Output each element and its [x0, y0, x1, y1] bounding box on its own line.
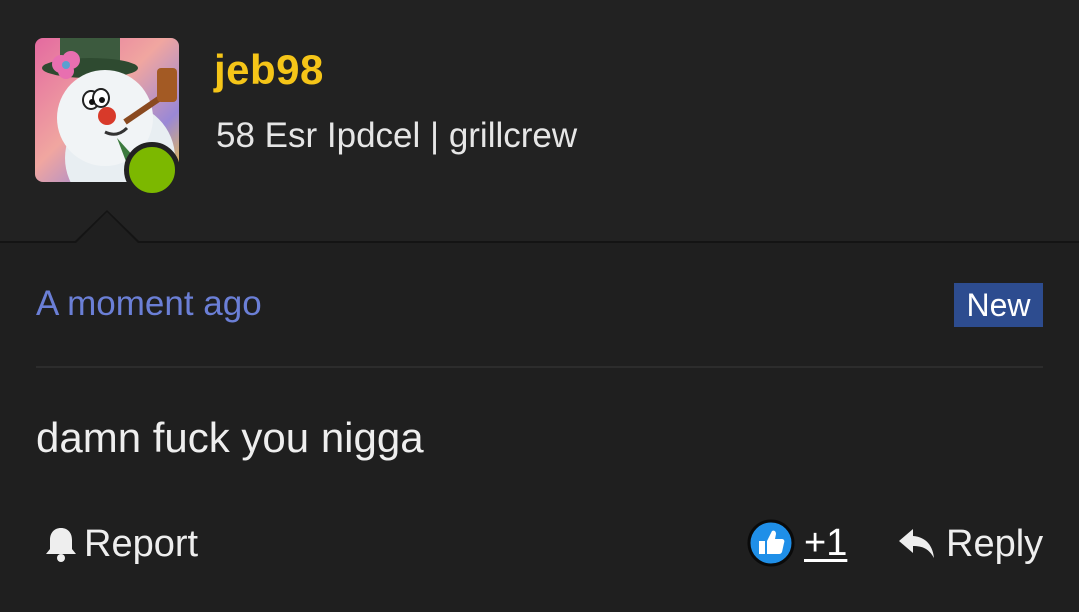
- online-status-indicator: [124, 142, 180, 198]
- like-count[interactable]: +1: [804, 522, 847, 565]
- report-button[interactable]: Report: [44, 522, 198, 566]
- username[interactable]: jeb98: [214, 46, 324, 94]
- report-label: Report: [84, 522, 199, 565]
- avatar-pointer-fill: [76, 212, 138, 243]
- reply-label: Reply: [946, 522, 1044, 565]
- meta-divider: [36, 366, 1043, 368]
- post-timestamp[interactable]: A moment ago: [36, 284, 262, 324]
- bell-icon: [44, 525, 78, 563]
- reply-arrow-icon: [897, 527, 937, 561]
- header-divider: [0, 241, 1079, 243]
- user-header: jeb98 58 Esr Ipdcel | grillcrew: [0, 0, 1079, 241]
- new-badge: New: [954, 283, 1043, 327]
- thumbs-up-icon: [747, 519, 795, 567]
- post-message: damn fuck you nigga: [36, 414, 424, 461]
- user-title: 58 Esr Ipdcel | grillcrew: [216, 116, 578, 155]
- reply-button[interactable]: Reply: [897, 522, 1043, 566]
- like-button[interactable]: [747, 518, 795, 568]
- post-card: jeb98 58 Esr Ipdcel | grillcrew A moment…: [0, 0, 1079, 612]
